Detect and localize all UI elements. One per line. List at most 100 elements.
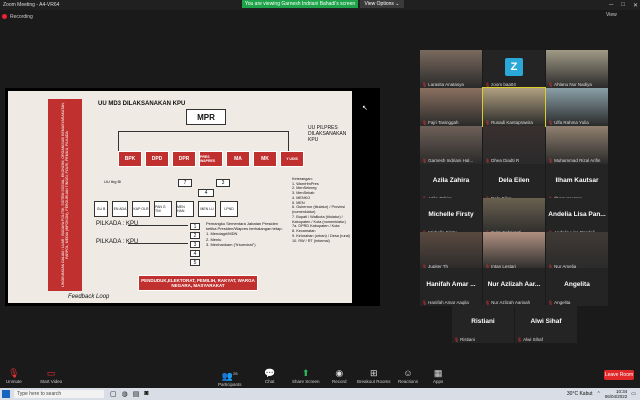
participant-tile[interactable]: Ilham Kautsar🎙Ilham Kautsar xyxy=(546,164,608,202)
share-screen-button[interactable]: ⬆ Share Screen xyxy=(292,368,320,384)
breakout-rooms-button[interactable]: ⊞ Breakout Rooms xyxy=(357,368,391,384)
pemangku-text: Pemangku Sementara Jabatan Presiden keti… xyxy=(206,221,286,247)
meeting-toolbar: 🎙 Unmute ▭ Start Video 👥25 Participants 💬 Ch… xyxy=(0,366,640,388)
participants-count: 25 xyxy=(233,371,238,376)
taskbar-search-input[interactable]: Type here to search xyxy=(14,390,104,398)
participant-tile[interactable]: 🎙 Dhea Diadti R xyxy=(483,126,545,164)
participant-tile[interactable]: 🎙 Fajri Tasinggah xyxy=(420,88,482,126)
clock[interactable]: 10:34 06/04/2022 xyxy=(605,389,628,399)
weather-text[interactable]: 30°C Kabut xyxy=(567,391,593,397)
viewing-banner: You are viewing Garnesh Indriani Bahadi'… xyxy=(242,0,358,8)
mic-muted-icon: 🎙 xyxy=(548,82,554,87)
system-tray: 30°C Kabut ⌃ 10:34 06/04/2022 ▭ xyxy=(567,389,636,399)
participants-button[interactable]: 👥25 Participants xyxy=(218,368,242,387)
start-video-button[interactable]: ▭ Start Video xyxy=(40,368,62,384)
participant-tile[interactable]: 🎙 Jupiter Th xyxy=(420,232,482,270)
uu-pilpres-label: UU PILPRES DILAKSANAKAN KPU xyxy=(308,125,347,143)
participant-display-name: Alwi Sihaf xyxy=(530,318,562,325)
ma-box: MA xyxy=(226,151,250,167)
participant-name-label: 🎙 Muhammad Rizal Arifin xyxy=(548,158,600,163)
mic-muted-icon: 🎙 xyxy=(454,337,460,342)
participant-display-name: Andelia Lisa Pan... xyxy=(548,211,606,218)
unmute-label: Unmute xyxy=(6,379,22,384)
participant-tile[interactable]: Michelle Firsty🎙Michelle Firsty xyxy=(420,198,482,236)
legend-item: 6. Gubernur (titulatur) / Provinsi (nome… xyxy=(292,205,345,215)
participant-tile[interactable]: 🎙 Ulfa Rahma Yulia xyxy=(546,88,608,126)
view-options-button[interactable]: View Options ⌄ xyxy=(360,0,404,8)
participant-tile[interactable]: 🎙 Larasita Anatasya xyxy=(420,50,482,88)
participant-name: Ristiani xyxy=(460,337,475,342)
breakout-icon: ⊞ xyxy=(369,368,378,378)
participant-tile[interactable]: Andelia Lisa Pan...🎙Andelia Lisa Pandeli xyxy=(546,198,608,236)
participant-tile[interactable]: 🎙 Intan Lestari xyxy=(483,232,545,270)
windows-start-icon[interactable] xyxy=(2,390,10,398)
taskbar-apps: ▢ ◍ ▤ ◙ xyxy=(110,390,149,398)
yudis-box: Y UDIS xyxy=(280,151,304,167)
mic-muted-icon: 🎙 xyxy=(548,120,554,125)
participant-tile[interactable]: 🎙Evita Febryanti xyxy=(483,198,545,236)
participant-display-name: Ristiani xyxy=(471,318,495,325)
unmute-button[interactable]: 🎙 Unmute xyxy=(6,368,22,384)
network-icon[interactable]: ⌃ xyxy=(597,391,601,397)
notification-icon[interactable]: ▭ xyxy=(631,391,636,397)
share-screen-icon: ⬆ xyxy=(301,368,310,378)
level-box: 1 xyxy=(190,223,200,230)
participant-name: Ulfa Rahma Yulia xyxy=(554,120,589,125)
participant-tile[interactable]: Z 🎙 zoom baa04 xyxy=(483,50,545,88)
ministry-box: MEN LU xyxy=(198,201,216,217)
participant-tile[interactable]: 🎙 Rusadi Kantaprawira xyxy=(482,87,546,127)
participant-name-label: 🎙 Fajri Tasinggah xyxy=(422,120,459,125)
participant-tile[interactable]: 🎙 Muhammad Rizal Arifin xyxy=(546,126,608,164)
mic-muted-icon: 🎙 xyxy=(485,158,491,163)
folder-icon[interactable]: ▤ xyxy=(133,390,140,398)
shared-screen: LINGKUNGAN DALAM / LUAR : BUDAYA POLITIK… xyxy=(5,88,380,306)
box-3: 3 xyxy=(216,179,230,187)
pilkada-label: PILKADA : KPU xyxy=(96,239,139,245)
participant-tile[interactable]: Nur Azlizah Aar... 🎙 Nur Azlizah Aarisah xyxy=(483,268,545,306)
pilkada-label: PILKADA : KPU xyxy=(96,221,139,227)
mouse-cursor-icon: ↖ xyxy=(362,105,368,112)
participant-name-label: 🎙 Ulfa Rahma Yulia xyxy=(548,120,589,125)
level-box: 3 xyxy=(190,241,200,248)
level-box: 4 xyxy=(190,250,200,257)
share-screen-label: Share Screen xyxy=(292,379,320,384)
record-button[interactable]: ◉ Record xyxy=(332,368,347,384)
box-7: 7 xyxy=(178,179,192,187)
ministry-box: EN ADA xyxy=(112,201,128,217)
participants-label: Participants xyxy=(218,382,242,387)
leave-room-button[interactable]: Leave Room xyxy=(604,370,634,380)
close-icon[interactable]: ✕ xyxy=(633,2,638,9)
participant-tile[interactable]: Angelita 🎙 Angelita xyxy=(546,268,608,306)
environment-bar: LINGKUNGAN DALAM / LUAR : BUDAYA POLITIK… xyxy=(48,99,82,291)
view-button[interactable]: View xyxy=(606,12,617,18)
maximize-icon[interactable]: □ xyxy=(621,2,625,8)
reactions-button[interactable]: ☺ Reactions xyxy=(398,368,418,384)
participant-tile[interactable]: 🎙 Nur Amelia xyxy=(546,232,608,270)
mic-muted-icon: 🎙 xyxy=(485,82,491,87)
participant-name: Larasita Anatasya xyxy=(428,82,464,87)
mic-muted-icon: 🎙 xyxy=(8,368,20,378)
participant-display-name: Ilham Kautsar xyxy=(555,177,599,184)
participant-display-name: Dela Eilen xyxy=(498,177,530,184)
participant-tile[interactable]: Alwi Sihaf 🎙 Alwi Sihaf xyxy=(515,305,577,343)
clock-date: 06/04/2022 xyxy=(604,394,628,399)
zoom-app-icon[interactable]: ◙ xyxy=(144,390,148,398)
participant-tile[interactable]: 🎙 Garnesh Indriani Hal... xyxy=(420,126,482,164)
browser-icon[interactable]: ◍ xyxy=(122,390,128,398)
minimize-icon[interactable]: ─ xyxy=(609,2,613,8)
participant-tile[interactable]: Azila Zahira🎙Azila Zahira xyxy=(420,164,482,202)
level-box: 2 xyxy=(190,232,200,239)
window-controls: ─ □ ✕ xyxy=(609,0,638,10)
participant-tile[interactable]: 🎙 Ahlanu Nur Nadiya xyxy=(546,50,608,88)
participant-tile[interactable]: Dela Eilen🎙Dela Eilen xyxy=(483,164,545,202)
participant-name: Garnesh Indriani Hal... xyxy=(428,158,474,163)
dpr-box: DPR xyxy=(172,151,196,167)
chat-button[interactable]: 💬 Chat xyxy=(264,368,275,384)
task-view-icon[interactable]: ▢ xyxy=(110,390,117,398)
chat-icon: 💬 xyxy=(264,368,276,378)
apps-button[interactable]: ▦ Apps xyxy=(433,368,443,384)
presentation-slide: LINGKUNGAN DALAM / LUAR : BUDAYA POLITIK… xyxy=(8,91,352,303)
participants-icon: 👥25 xyxy=(221,371,238,381)
participant-tile[interactable]: Ristiani 🎙 Ristiani xyxy=(452,305,514,343)
participant-tile[interactable]: Hanifah Amar ... 🎙 Hanifah Amar Aaqila xyxy=(420,268,482,306)
